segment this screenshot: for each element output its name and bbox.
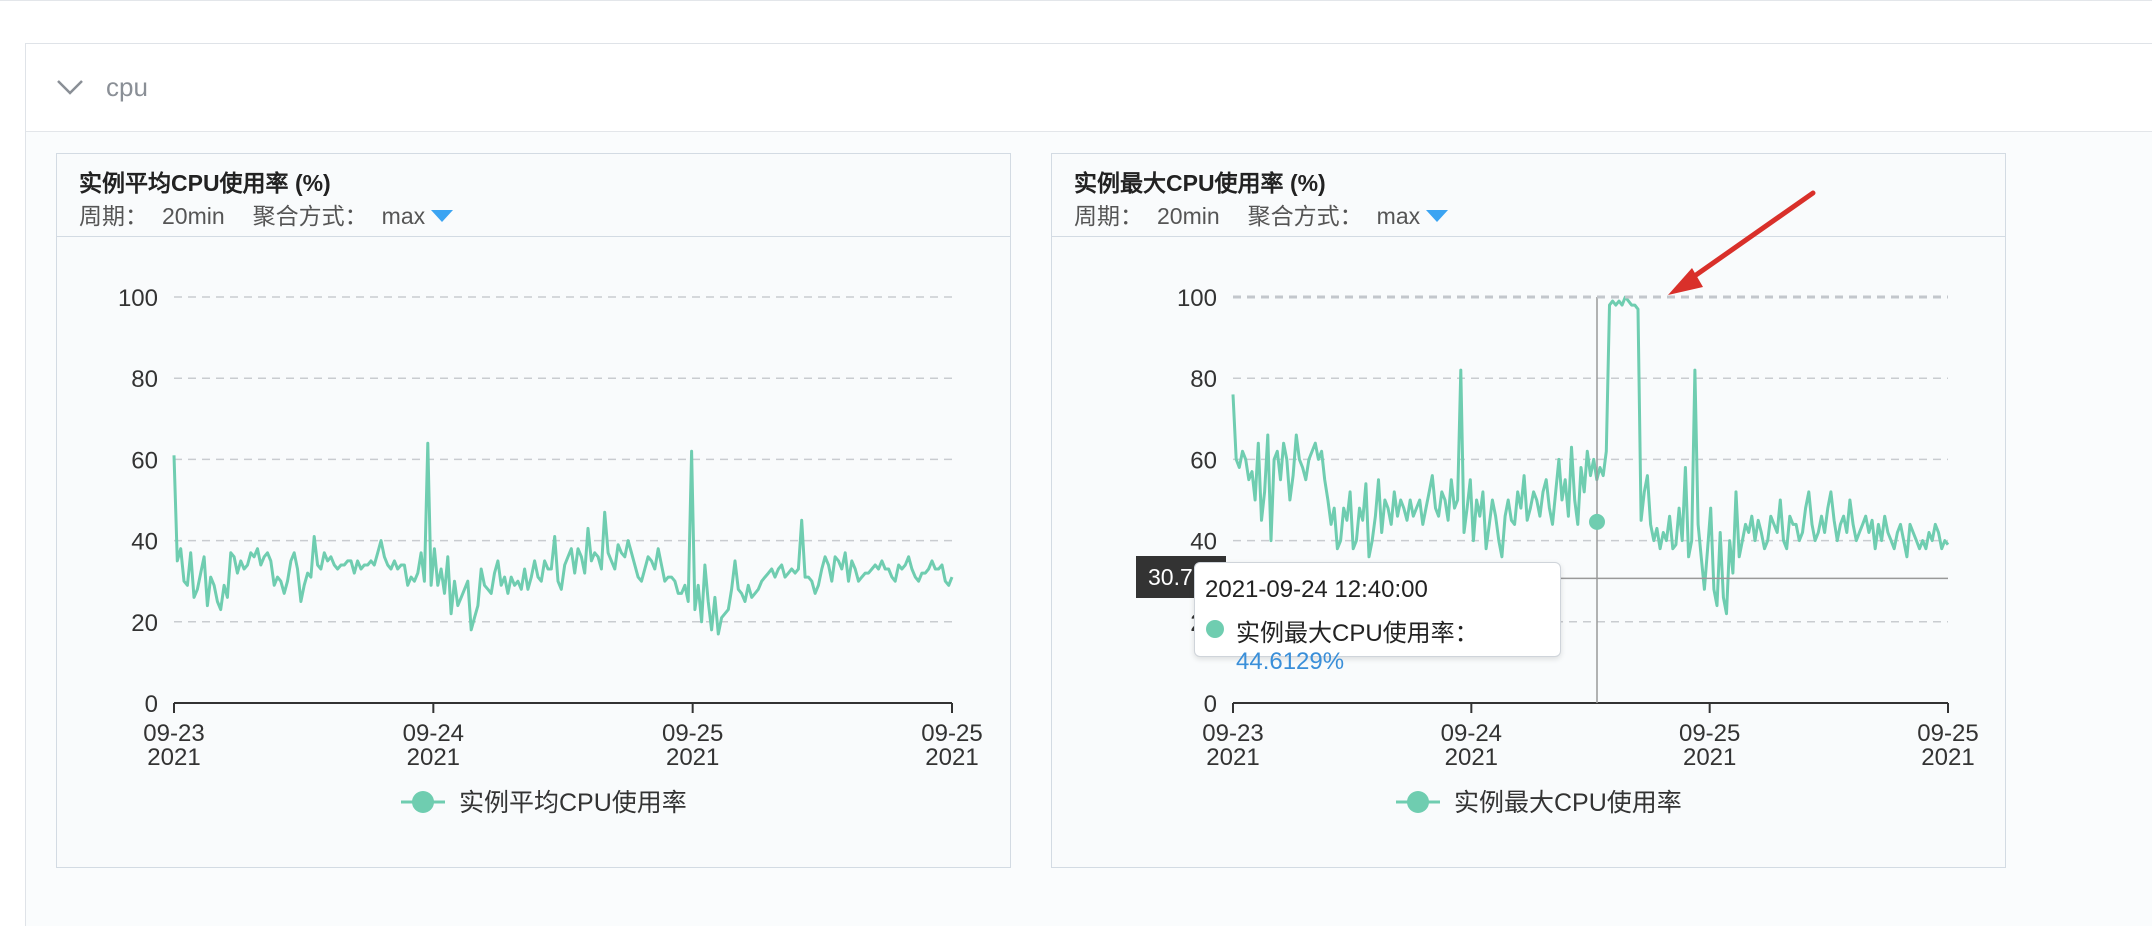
chart-tooltip: 2021-09-24 12:40:00 实例最大CPU使用率：44.6129%: [1194, 562, 1561, 675]
series-line: [172, 441, 954, 636]
chart-panel-max-cpu: 实例最大CPU使用率 (%) 周期：20min聚合方式：max 02040608…: [1051, 153, 2006, 868]
legend-dot-icon: [1407, 791, 1429, 813]
x-tick-label: 09-25: [1679, 720, 1740, 747]
y-tick-label: 40: [1190, 529, 1217, 556]
y-tick-label: 60: [131, 447, 158, 474]
x-tick-year-label: 2021: [1206, 744, 1259, 771]
section-title: cpu: [106, 72, 148, 102]
x-tick-year-label: 2021: [1683, 744, 1736, 771]
chevron-down-icon[interactable]: [56, 77, 84, 97]
x-tick-year-label: 2021: [407, 744, 460, 771]
x-tick-label: 09-25: [921, 720, 982, 747]
chart-panel-avg-cpu: 实例平均CPU使用率 (%) 周期： 20min 聚合方式： max 0 20 40 60 8…: [56, 153, 1011, 868]
y-tick-label: 100: [118, 285, 158, 312]
x-tick-label: 09-24: [403, 720, 464, 747]
x-tick-year-label: 2021: [1921, 744, 1974, 771]
y-tick-label: 0: [1204, 691, 1217, 718]
legend-label: 实例最大CPU使用率: [1454, 789, 1682, 817]
tooltip-value: 44.6129%: [1236, 648, 1345, 675]
series-dot-icon: [1206, 620, 1224, 638]
y-tick-label: 100: [1177, 285, 1217, 312]
x-tick-label: 09-25: [1917, 720, 1978, 747]
section-header[interactable]: cpu: [26, 44, 2152, 132]
x-tick-year-label: 2021: [925, 744, 978, 771]
hover-point: [1589, 513, 1605, 530]
x-tick-year-label: 2021: [666, 744, 719, 771]
y-tick-label: 60: [1190, 447, 1217, 474]
tooltip-series: 实例最大CPU使用率：44.6129%: [1236, 613, 1560, 676]
y-tick-label: 40: [131, 529, 158, 556]
top-divider: [0, 0, 2152, 1]
tooltip-time: 2021-09-24 12:40:00: [1205, 576, 1428, 603]
y-tick-label: 0: [145, 691, 158, 718]
y-tick-label: 80: [131, 366, 158, 393]
x-tick-label: 09-23: [1202, 720, 1263, 747]
max-cpu-line-chart[interactable]: 02040608010009-23202109-24202109-2520210…: [1052, 154, 2007, 869]
tooltip-series-name: 实例最大CPU使用率：: [1236, 620, 1479, 647]
y-tick-label: 20: [131, 610, 158, 637]
x-tick-year-label: 2021: [1445, 744, 1498, 771]
x-tick-year-label: 2021: [147, 744, 200, 771]
avg-cpu-line-chart[interactable]: 02040608010009-23202109-24202109-2520210…: [57, 154, 1012, 869]
x-tick-label: 09-24: [1441, 720, 1502, 747]
x-tick-label: 09-23: [143, 720, 204, 747]
x-tick-label: 09-25: [662, 720, 723, 747]
y-tick-label: 80: [1190, 366, 1217, 393]
legend-label: 实例平均CPU使用率: [459, 789, 687, 817]
legend-dot-icon: [412, 791, 434, 813]
